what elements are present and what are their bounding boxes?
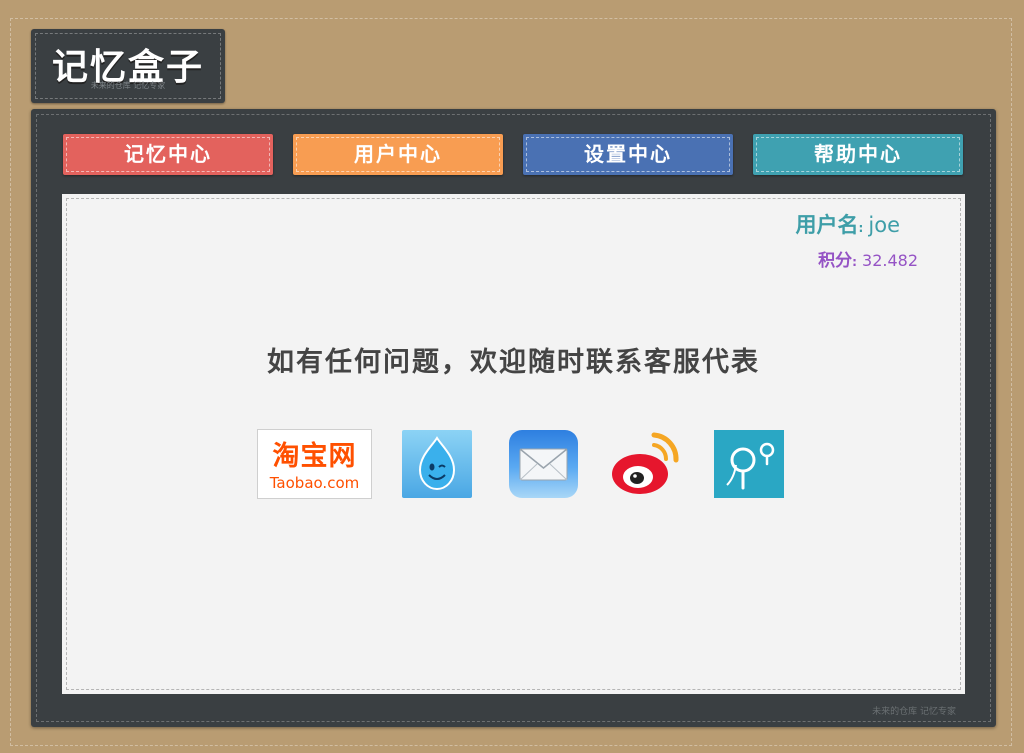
taobao-logo-text: 淘宝网	[272, 441, 357, 472]
score-value: 32.482	[862, 251, 918, 270]
content-area: 用户名: joe 积分: 32.482 如有任何问题，欢迎随时联系客服代表 淘宝…	[62, 194, 965, 694]
nav-help-center-button[interactable]: 帮助中心	[753, 134, 963, 175]
logo[interactable]: 记忆盒子 未来的仓库 记忆专家	[31, 29, 225, 103]
score-label: 积分	[818, 251, 853, 271]
wangwang-icon[interactable]	[402, 430, 472, 498]
mail-glyph	[519, 448, 568, 481]
username-value: joe	[868, 213, 900, 237]
weibo-icon[interactable]	[609, 430, 681, 498]
main-panel: 记忆中心 用户中心 设置中心 帮助中心 用户名: joe 积分: 32.482 …	[31, 109, 996, 727]
support-message: 如有任何问题，欢迎随时联系客服代表	[267, 347, 760, 378]
footer-text: 未来的仓库 记忆专家	[872, 707, 956, 717]
pp-glyph	[726, 442, 775, 490]
username-label: 用户名	[795, 213, 859, 237]
weibo-glyph	[612, 432, 679, 494]
score-row: 积分: 32.482	[818, 246, 918, 271]
mail-icon[interactable]	[509, 430, 578, 498]
username-row: 用户名: joe	[795, 209, 900, 239]
nav-memory-center-button[interactable]: 记忆中心	[63, 134, 273, 175]
taobao-icon[interactable]: 淘宝网 Taobao.com	[258, 430, 371, 498]
username-colon: :	[858, 221, 864, 235]
nav-user-center-button[interactable]: 用户中心	[293, 134, 503, 175]
taobao-domain-text: Taobao.com	[269, 474, 360, 492]
nav-settings-center-button[interactable]: 设置中心	[523, 134, 733, 175]
pp-icon[interactable]	[714, 430, 784, 498]
score-colon: :	[852, 255, 857, 269]
logo-subtitle: 未来的仓库 记忆专家	[90, 81, 166, 90]
wangwang-glyph	[418, 436, 456, 491]
